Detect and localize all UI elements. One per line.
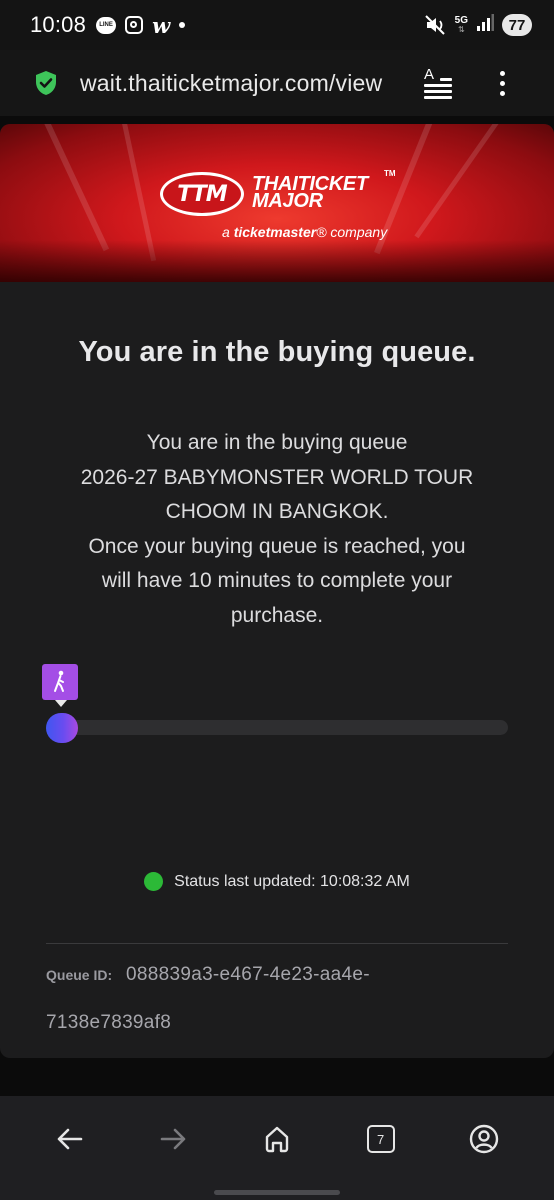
queue-progress bbox=[0, 664, 554, 744]
progress-track bbox=[46, 720, 508, 735]
progress-indicator bbox=[46, 713, 78, 743]
divider bbox=[46, 943, 508, 944]
status-bar: 10:08 LINE w 5G ⇅ 77 bbox=[0, 0, 554, 50]
battery-level: 77 bbox=[508, 16, 526, 34]
brand-tagline: a ticketmaster® company bbox=[222, 224, 387, 240]
browser-url-bar: wait.thaiticketmajor.com/view A bbox=[0, 50, 554, 116]
status-time: 10:08 bbox=[30, 12, 87, 37]
progress-pointer bbox=[55, 700, 67, 707]
home-icon bbox=[265, 1126, 289, 1153]
status-update-text: Status last updated: 10:08:32 AM bbox=[174, 872, 410, 890]
back-arrow-icon bbox=[57, 1128, 83, 1150]
reader-mode-icon[interactable]: A bbox=[424, 66, 452, 99]
tagline-brand: ticketmaster bbox=[233, 224, 317, 240]
brand-name-line2: MAJOR bbox=[252, 190, 323, 212]
notification-icons: LINE w bbox=[96, 12, 186, 38]
w-app-icon: w bbox=[152, 12, 171, 38]
mute-icon bbox=[424, 15, 447, 35]
gesture-bar bbox=[0, 1182, 554, 1200]
secure-shield-icon[interactable] bbox=[34, 70, 58, 96]
instagram-icon bbox=[125, 16, 144, 34]
line-icon-label: LINE bbox=[99, 22, 113, 28]
queue-message-line: will have 10 minutes to complete your bbox=[101, 569, 453, 592]
thaiticketmajor-logo: TTM THAITICKET TM MAJOR a ticketmaster® … bbox=[160, 168, 400, 248]
tagline-prefix: a bbox=[222, 224, 234, 240]
banner: TTM THAITICKET TM MAJOR a ticketmaster® … bbox=[0, 124, 554, 282]
queue-card: TTM THAITICKET TM MAJOR a ticketmaster® … bbox=[0, 124, 554, 1058]
browser-menu-icon[interactable] bbox=[500, 70, 505, 96]
status-update: Status last updated: 10:08:32 AM bbox=[0, 872, 554, 891]
ttm-logo-text: TTM bbox=[177, 181, 227, 207]
browser-bottom-nav: 7 bbox=[0, 1096, 554, 1182]
queue-message-line: Once your buying queue is reached, you bbox=[88, 534, 466, 558]
queue-id-value-continued: 7138e7839af8 bbox=[46, 1012, 172, 1033]
queue-message-line: purchase. bbox=[230, 603, 324, 627]
system-icons: 5G ⇅ 77 bbox=[424, 13, 532, 37]
queue-message-line: CHOOM IN BANGKOK. bbox=[165, 500, 389, 523]
ttm-logo-mark: TTM bbox=[160, 172, 244, 216]
page-title: You are in the buying queue. bbox=[78, 336, 476, 368]
tagline-suffix: ® company bbox=[316, 224, 388, 240]
back-button[interactable] bbox=[46, 1115, 94, 1163]
brand-trademark: TM bbox=[384, 169, 396, 178]
forward-arrow-icon bbox=[161, 1128, 186, 1150]
tabs-button[interactable]: 7 bbox=[357, 1115, 405, 1163]
data-arrows-icon: ⇅ bbox=[457, 25, 465, 34]
queue-message: You are in the buying queue 2026-27 BABY… bbox=[40, 426, 514, 633]
queue-message-line: 2026-27 BABYMONSTER WORLD TOUR bbox=[80, 465, 474, 489]
tab-count-icon: 7 bbox=[366, 1125, 395, 1153]
signal-icon bbox=[476, 13, 494, 37]
more-notifications-dot-icon bbox=[179, 22, 186, 28]
walking-person-icon bbox=[42, 664, 78, 700]
network-type-icon: 5G ⇅ bbox=[455, 16, 468, 34]
status-online-icon bbox=[144, 872, 164, 891]
queue-message-line: You are in the buying queue bbox=[146, 431, 408, 454]
forward-button[interactable] bbox=[149, 1115, 197, 1163]
account-icon bbox=[469, 1124, 499, 1154]
account-button[interactable] bbox=[460, 1115, 508, 1163]
url-field[interactable]: wait.thaiticketmajor.com/view bbox=[80, 70, 406, 97]
queue-id-label: Queue ID: bbox=[46, 967, 113, 983]
home-gesture-pill[interactable] bbox=[214, 1190, 340, 1195]
battery-icon: 77 bbox=[502, 14, 532, 36]
home-button[interactable] bbox=[253, 1115, 301, 1163]
queue-id-value: 088839a3-e467-4e23-aa4e- bbox=[126, 964, 370, 985]
tab-count: 7 bbox=[376, 1131, 385, 1147]
line-app-icon: LINE bbox=[96, 16, 117, 34]
